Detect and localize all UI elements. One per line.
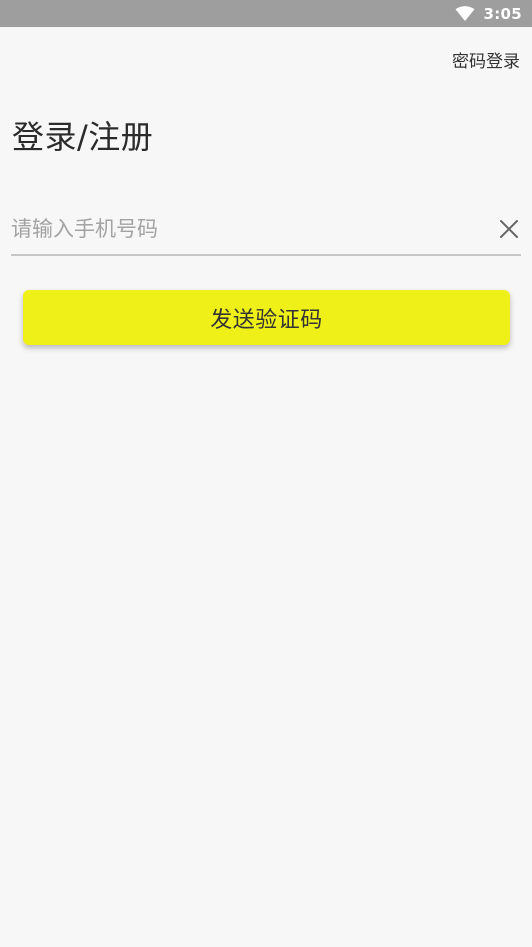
status-bar: 3:05 xyxy=(0,0,532,27)
phone-field xyxy=(11,204,521,256)
password-login-link[interactable]: 密码登录 xyxy=(452,47,520,72)
page-title: 登录/注册 xyxy=(12,118,154,156)
send-code-button[interactable]: 发送验证码 xyxy=(23,290,510,345)
status-time: 3:05 xyxy=(483,4,522,23)
close-icon[interactable] xyxy=(497,217,521,241)
phone-input[interactable] xyxy=(11,204,481,254)
wifi-icon xyxy=(455,5,475,22)
